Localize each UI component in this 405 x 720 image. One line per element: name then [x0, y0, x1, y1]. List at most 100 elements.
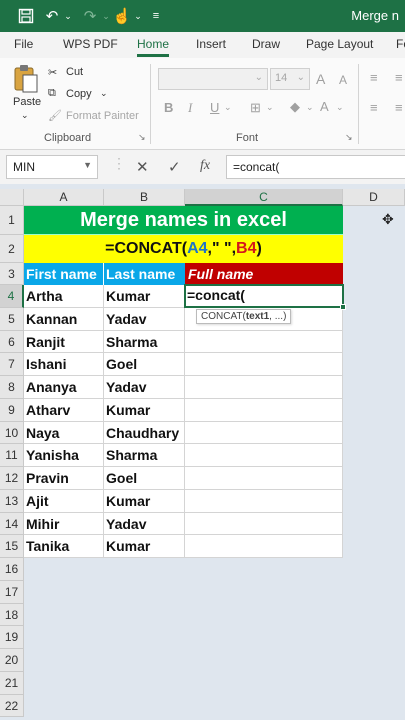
- tab-home[interactable]: Home: [137, 37, 170, 57]
- cell-full-name[interactable]: [185, 421, 343, 445]
- row-header-1[interactable]: 1: [0, 206, 24, 235]
- cell-first-name[interactable]: Mihir: [24, 512, 104, 536]
- clipboard-launcher-icon[interactable]: ↘: [138, 132, 146, 143]
- cell-last-name[interactable]: Goel: [104, 353, 185, 376]
- cell-full-name[interactable]: [185, 353, 343, 376]
- row-header-2[interactable]: 2: [0, 235, 24, 263]
- cell-first-name[interactable]: Ishani: [24, 353, 104, 376]
- title-cell[interactable]: Merge names in excel: [24, 206, 343, 235]
- select-all-corner[interactable]: [0, 189, 24, 206]
- row-header-16[interactable]: 16: [0, 558, 24, 581]
- cell-first-name[interactable]: Tanika: [24, 535, 104, 558]
- cell-last-name[interactable]: Goel: [104, 467, 185, 490]
- insert-function-icon[interactable]: fx: [200, 158, 210, 174]
- tab-formulas[interactable]: Fo: [396, 37, 405, 51]
- align-left-icon[interactable]: ≡: [370, 100, 378, 115]
- font-size-box[interactable]: 14 ⌄: [270, 68, 310, 90]
- row-header-11[interactable]: 11: [0, 444, 24, 467]
- row-header-4[interactable]: 4: [0, 285, 24, 308]
- cell-last-name[interactable]: Sharma: [104, 330, 185, 354]
- cell-full-name[interactable]: [185, 444, 343, 467]
- cut-button[interactable]: Cut: [66, 66, 83, 78]
- row-header-13[interactable]: 13: [0, 489, 24, 513]
- row-header-20[interactable]: 20: [0, 649, 24, 672]
- row-header-14[interactable]: 14: [0, 512, 24, 536]
- font-launcher-icon[interactable]: ↘: [345, 132, 353, 143]
- cell-full-name[interactable]: [185, 330, 343, 354]
- row-header-8[interactable]: 8: [0, 376, 24, 399]
- cell-last-name[interactable]: Yadav: [104, 376, 185, 399]
- row-header-6[interactable]: 6: [0, 330, 24, 354]
- row-header-5[interactable]: 5: [0, 307, 24, 331]
- row-header-10[interactable]: 10: [0, 421, 24, 445]
- tab-insert[interactable]: Insert: [196, 37, 226, 51]
- align-top-icon[interactable]: ≡: [370, 70, 378, 85]
- cell-first-name[interactable]: Yanisha: [24, 444, 104, 467]
- row-header-18[interactable]: 18: [0, 603, 24, 627]
- cell-full-name[interactable]: [185, 512, 343, 536]
- cell-last-name[interactable]: Kumar: [104, 535, 185, 558]
- font-name-box[interactable]: ⌄: [158, 68, 268, 90]
- cell-first-name[interactable]: Ranjit: [24, 330, 104, 354]
- column-header-b[interactable]: B: [104, 189, 185, 206]
- cell-last-name[interactable]: Yadav: [104, 307, 185, 331]
- undo-icon[interactable]: ↶: [42, 0, 62, 32]
- cell-last-name[interactable]: Kumar: [104, 398, 185, 422]
- name-box[interactable]: MIN ▼: [6, 155, 98, 179]
- cell-full-name[interactable]: [185, 398, 343, 422]
- fill-handle[interactable]: [340, 303, 346, 310]
- row-header-3[interactable]: 3: [0, 263, 24, 285]
- tab-wps-pdf[interactable]: WPS PDF: [63, 37, 118, 51]
- touch-dropdown-icon[interactable]: ⌄: [132, 0, 144, 32]
- enter-icon[interactable]: ✓: [168, 158, 181, 176]
- row-header-15[interactable]: 15: [0, 535, 24, 558]
- cell-first-name[interactable]: Atharv: [24, 398, 104, 422]
- undo-dropdown-icon[interactable]: ⌄: [62, 0, 74, 32]
- active-cell-c4[interactable]: =concat(: [184, 284, 346, 310]
- cell-last-name[interactable]: Yadav: [104, 512, 185, 536]
- tab-draw[interactable]: Draw: [252, 37, 280, 51]
- paste-icon[interactable]: [12, 64, 40, 97]
- cell-first-name[interactable]: Pravin: [24, 467, 104, 490]
- copy-icon[interactable]: ⧉: [48, 87, 56, 100]
- cell-first-name[interactable]: Ananya: [24, 376, 104, 399]
- row-header-19[interactable]: 19: [0, 626, 24, 649]
- paste-dropdown-icon[interactable]: ⌄: [21, 110, 29, 121]
- header-first-name[interactable]: First name: [24, 263, 104, 285]
- cell-full-name[interactable]: [185, 489, 343, 513]
- align-center-icon[interactable]: ≡: [395, 100, 403, 115]
- header-last-name[interactable]: Last name: [104, 263, 185, 285]
- formula-display-cell[interactable]: =CONCAT(A4," ",B4): [24, 235, 343, 263]
- cell-last-name[interactable]: Chaudhary: [104, 421, 185, 445]
- align-middle-icon[interactable]: ≡: [395, 70, 403, 85]
- cell-first-name[interactable]: Naya: [24, 421, 104, 445]
- row-header-17[interactable]: 17: [0, 580, 24, 604]
- cell-first-name[interactable]: Artha: [24, 285, 104, 308]
- column-header-c[interactable]: C: [185, 189, 343, 206]
- copy-button[interactable]: Copy: [66, 88, 92, 100]
- worksheet-grid[interactable]: A B C D Merge names in excel =CONCAT(A4,…: [0, 189, 405, 720]
- cell-last-name[interactable]: Kumar: [104, 285, 185, 308]
- column-header-d[interactable]: D: [343, 189, 405, 206]
- cut-icon[interactable]: ✂: [48, 66, 57, 79]
- save-icon[interactable]: [14, 0, 38, 32]
- row-header-21[interactable]: 21: [0, 671, 24, 695]
- copy-dropdown-icon[interactable]: ⌄: [100, 88, 108, 99]
- tab-file[interactable]: File: [14, 37, 33, 51]
- column-header-a[interactable]: A: [24, 189, 104, 206]
- cell-full-name[interactable]: [185, 467, 343, 490]
- cell-full-name[interactable]: [185, 535, 343, 558]
- cancel-icon[interactable]: ✕: [136, 158, 149, 176]
- cell-first-name[interactable]: Kannan: [24, 307, 104, 331]
- paste-button[interactable]: Paste: [13, 96, 41, 108]
- row-header-22[interactable]: 22: [0, 694, 24, 718]
- row-header-12[interactable]: 12: [0, 467, 24, 490]
- cell-first-name[interactable]: Ajit: [24, 489, 104, 513]
- cell-last-name[interactable]: Kumar: [104, 489, 185, 513]
- formula-input[interactable]: =concat(: [226, 155, 405, 179]
- row-header-7[interactable]: 7: [0, 353, 24, 376]
- tab-page-layout[interactable]: Page Layout: [306, 37, 373, 51]
- cell-last-name[interactable]: Sharma: [104, 444, 185, 467]
- function-tooltip[interactable]: CONCAT(text1, ...): [196, 308, 292, 324]
- cell-full-name[interactable]: [185, 376, 343, 399]
